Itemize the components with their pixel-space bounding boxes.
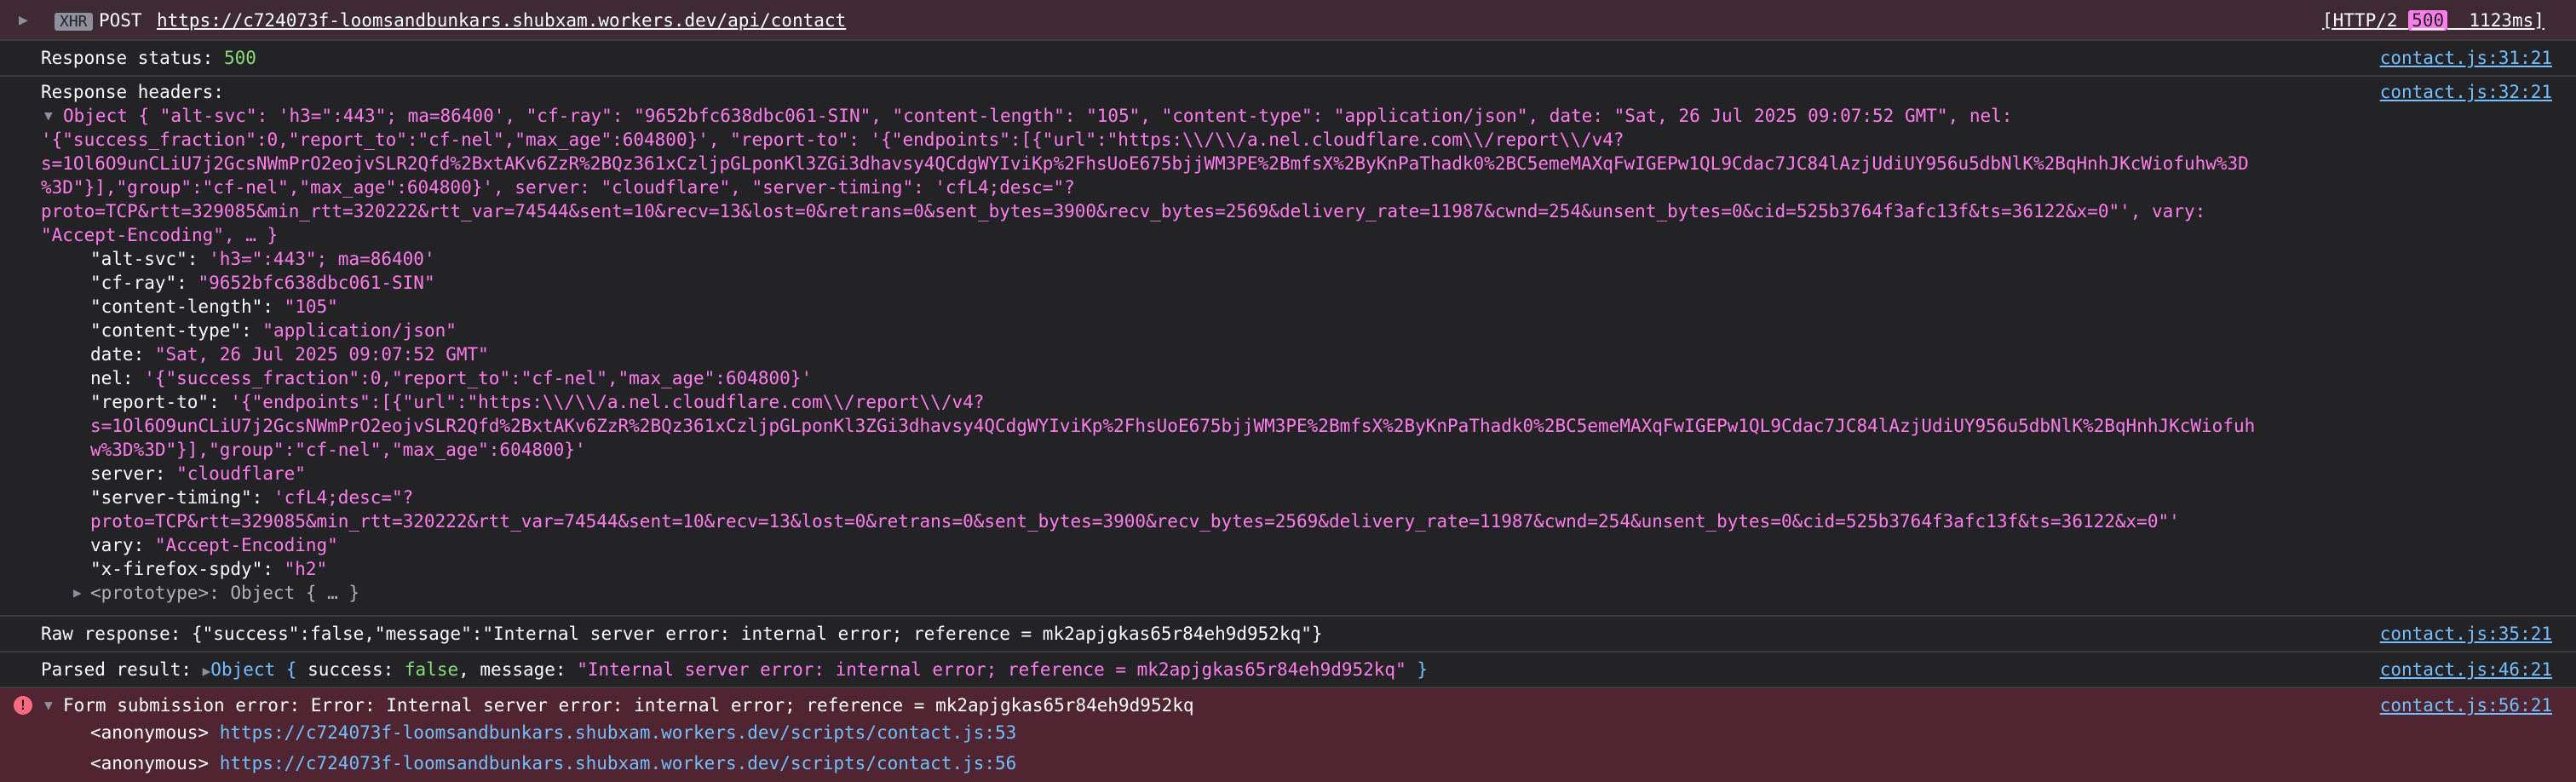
stack-function: <anonymous> [90,722,210,743]
stack-function: <anonymous> [90,753,210,773]
collapse-arrow-icon[interactable]: ▼ [44,104,53,128]
error-icon: ! [14,696,32,715]
property-value: "application/json" [262,320,457,341]
prototype-node[interactable]: <prototype>: Object { … } [90,581,359,605]
source-link[interactable]: contact.js:35:21 [2380,622,2552,646]
property-key: "report-to": [90,392,231,412]
separator: , [458,659,480,680]
object-summary-line: proto=TCP&rtt=329085&min_rtt=320222&rtt_… [41,201,2206,221]
property-value: '{"success_fraction":0,"report_to":"cf-n… [144,368,813,388]
status-value: 500 [223,48,256,68]
property-entry: "content-length": "105" [90,295,338,319]
log-error: ! ▼ Form submission error: Error: Intern… [0,688,2576,782]
error-message: Form submission error: Error: Internal s… [63,695,1194,716]
stack-frame: <anonymous> https://c724073f-loomsandbun… [90,751,1016,775]
property-key: nel: [90,368,145,388]
xhr-method: POST [99,10,142,31]
source-link[interactable]: contact.js:31:21 [2380,46,2552,70]
expand-arrow-icon[interactable]: ▶ [203,663,211,679]
property-entry: "cf-ray": "9652bfc638dbc061-SIN" [90,271,435,295]
property-value: "9652bfc638dbc061-SIN" [198,273,435,293]
property-entry: nel: '{"success_fraction":0,"report_to":… [90,366,812,390]
stack-url-link[interactable]: https://c724073f-loomsandbunkars.shubxam… [220,753,1017,773]
xhr-url-link[interactable]: https://c724073f-loomsandbunkars.shubxam… [157,9,846,32]
object-summary-line: "Accept-Encoding", … } [41,225,279,245]
xhr-label: XHR [55,13,93,31]
property-value: 'h3=":443"; ma=86400' [209,249,435,269]
property-key: vary: [90,535,155,555]
status-badge: 500 [2408,10,2448,31]
property-key: date: [90,344,155,365]
property-value: "Accept-Encoding" [154,535,338,555]
property-entry: date: "Sat, 26 Jul 2025 09:07:52 GMT" [90,342,489,366]
property-value: "Sat, 26 Jul 2025 09:07:52 GMT" [154,344,489,365]
source-link[interactable]: contact.js:32:21 [2380,80,2552,104]
stack-frame: <anonymous> https://c724073f-loomsandbun… [90,721,1016,745]
collapse-arrow-icon[interactable]: ▼ [44,693,53,717]
object-summary-line: %3D"}],"group":"cf-nel","max_age":604800… [41,177,1075,198]
http-version: [HTTP/2 [2322,10,2398,31]
property-key: "alt-svc": [90,249,210,269]
property-entry: "x-firefox-spdy": "h2" [90,557,327,581]
property-entry: server: "cloudflare" [90,462,306,486]
brace: { [275,659,308,680]
label: Response status: [41,48,224,68]
log-raw-response: Raw response: {"success":false,"message"… [0,617,2576,653]
property-value: "cloudflare" [176,463,306,484]
property-key: message: [480,659,578,680]
property-value: "Internal server error: internal error; … [577,659,1406,680]
property-key: "x-firefox-spdy": [90,559,285,579]
xhr-status-info[interactable]: [HTTP/2 500 1123ms] [2322,9,2544,32]
property-key: "server-timing": [90,487,273,508]
object-summary-line: '{"success_fraction":0,"report_to":"cf-n… [41,129,1624,150]
label: Parsed result: [41,659,203,680]
property-key: "cf-ray": [90,273,198,293]
log-response-status: Response status: 500 contact.js:31:21 [0,41,2576,77]
log-message: Raw response: {"success":false,"message"… [41,624,1323,644]
property-value: "105" [284,296,338,317]
object-summary-line[interactable]: Object { "alt-svc": 'h3=":443"; ma=86400… [63,104,2012,128]
expand-arrow-icon[interactable]: ▶ [19,9,28,32]
object-label[interactable]: Object [210,659,275,680]
property-entry: vary: "Accept-Encoding" [90,533,338,557]
xhr-time: 1123ms] [2469,10,2544,31]
log-message: Parsed result: ▶Object { success: false,… [41,658,1428,683]
property-entry: "server-timing": 'cfL4;desc="? [90,486,413,509]
property-key: "content-length": [90,296,285,317]
property-value: "h2" [284,559,328,579]
stack-url-link[interactable]: https://c724073f-loomsandbunkars.shubxam… [220,722,1017,743]
brace: } [1406,659,1429,680]
log-message: Response status: 500 [41,46,256,70]
property-value: false [404,659,459,680]
property-entry: "content-type": "application/json" [90,319,457,342]
log-parsed-result: Parsed result: ▶Object { success: false,… [0,653,2576,688]
property-key: "content-type": [90,320,263,341]
object-summary-line: s=1Ol6O9unCLiU7j2GcsNWmPrO2eojvSLR2Qfd%2… [41,153,2249,174]
source-link[interactable]: contact.js:56:21 [2380,693,2552,717]
property-value-continued: proto=TCP&rtt=329085&min_rtt=320222&rtt_… [90,511,2180,532]
xhr-request-row[interactable]: ▶ XHR POST https://c724073f-loomsandbunk… [0,0,2576,41]
expand-arrow-icon[interactable]: ▶ [73,581,82,605]
property-value-continued: w%3D%3D"}],"group":"cf-nel","max_age":60… [90,440,586,460]
property-key: success: [308,659,405,680]
log-response-headers: Response headers: contact.js:32:21 ▼ Obj… [0,77,2576,617]
property-entry: "report-to": '{"endpoints":[{"url":"http… [90,390,984,414]
property-value: 'cfL4;desc="? [273,487,414,508]
source-link[interactable]: contact.js:46:21 [2380,658,2552,681]
property-entry: "alt-svc": 'h3=":443"; ma=86400' [90,247,435,271]
log-message: Response headers: [41,82,224,102]
property-value: '{"endpoints":[{"url":"https:\\/\\/a.nel… [230,392,985,412]
property-value-continued: s=1Ol6O9unCLiU7j2GcsNWmPrO2eojvSLR2Qfd%2… [90,416,2256,436]
xhr-badge: XHR [55,9,93,34]
property-key: server: [90,463,177,484]
